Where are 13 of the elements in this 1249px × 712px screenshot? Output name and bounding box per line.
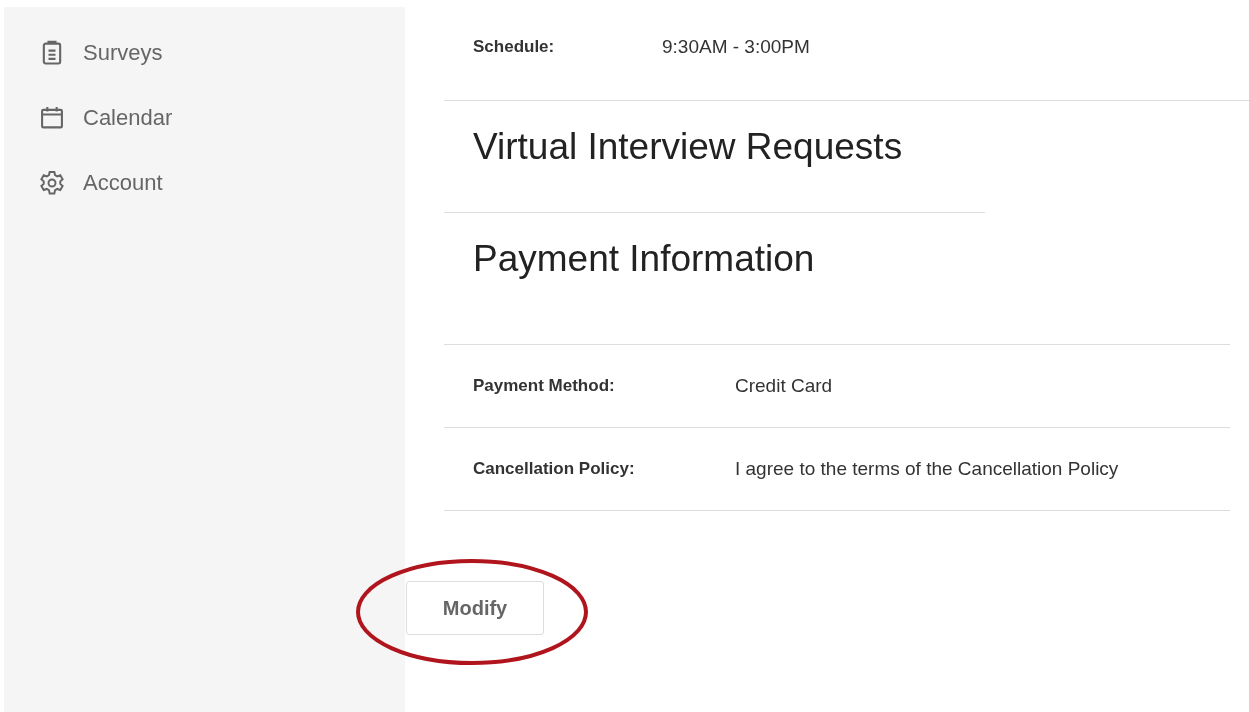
- section-heading: Virtual Interview Requests: [473, 125, 904, 169]
- field-value: Credit Card: [735, 375, 833, 397]
- field-value: I agree to the terms of the Cancellation Policy: [735, 458, 1119, 480]
- sidebar-item[interactable]: Account: [4, 150, 405, 215]
- field-label: Cancellation Policy:: [473, 459, 636, 479]
- settings-icon: [38, 168, 66, 197]
- sidebar-item[interactable]: Calendar: [4, 85, 405, 150]
- modify-button[interactable]: Modify: [406, 581, 544, 635]
- field-value: 9:30AM - 3:00PM: [662, 36, 810, 58]
- sidebar-item[interactable]: Surveys: [4, 20, 405, 85]
- field-label: Payment Method:: [473, 376, 616, 396]
- section-heading: Payment Information: [473, 237, 816, 281]
- field-label: Schedule:: [473, 37, 556, 57]
